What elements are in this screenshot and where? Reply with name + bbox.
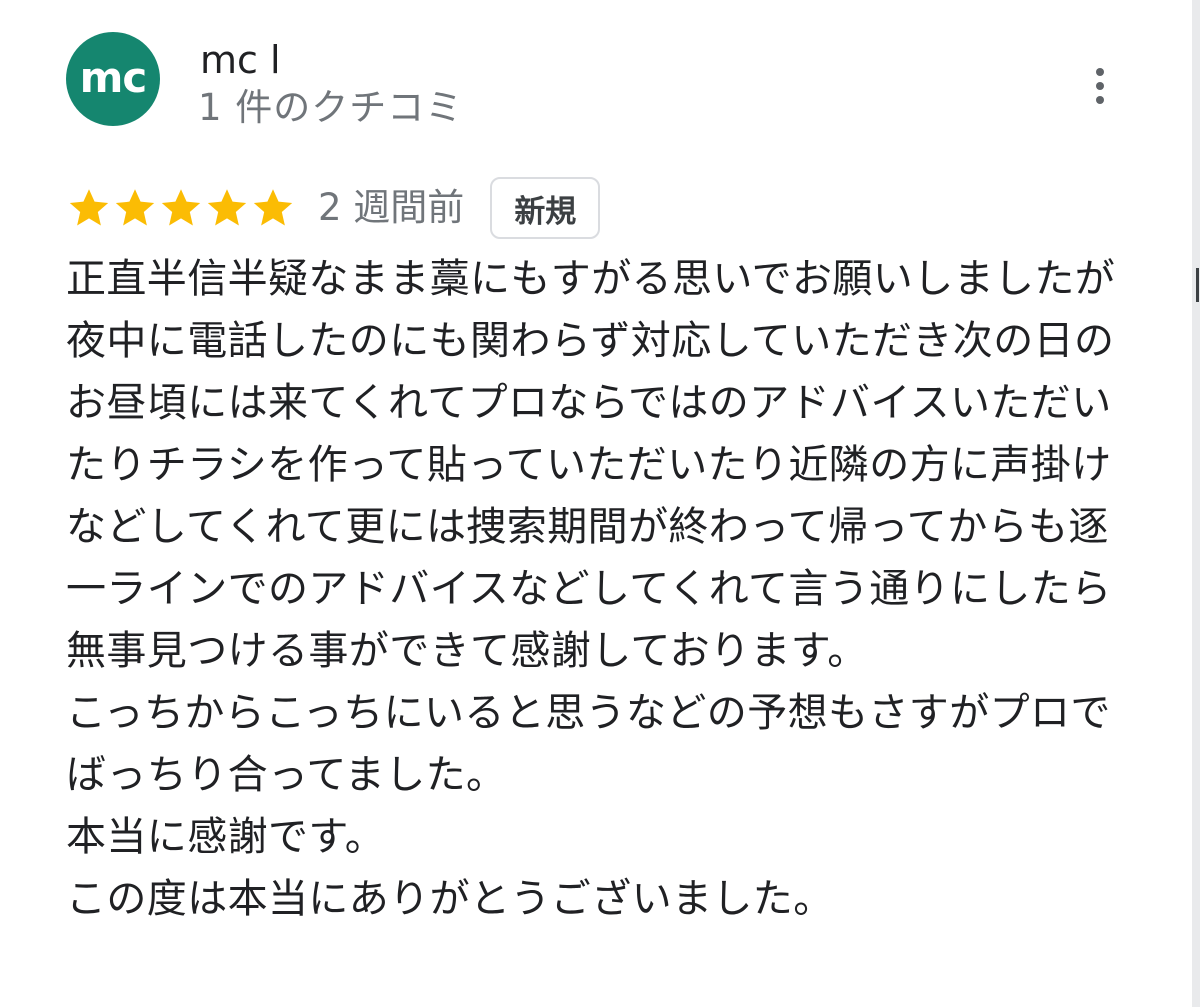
review-text: 正直半信半疑なまま藁にもすがる思いでお願いしましたが夜中に電話したのにも関わらず…	[66, 256, 1116, 922]
author-name[interactable]: mc l	[200, 38, 281, 82]
star-icon	[115, 189, 155, 226]
star-rating	[66, 185, 296, 231]
review-date: 2 週間前	[318, 186, 465, 229]
scrollbar-thumb[interactable]	[1196, 268, 1199, 302]
avatar-initials: mc	[79, 53, 148, 102]
more-options-button[interactable]	[1076, 58, 1124, 114]
new-badge: 新規	[490, 177, 601, 239]
star-icon	[207, 189, 247, 226]
avatar[interactable]: mc	[66, 32, 160, 126]
more-vert-icon	[1096, 68, 1104, 104]
rating-row: 2 週間前 新規	[66, 177, 601, 239]
star-icon	[253, 189, 293, 226]
star-icon	[69, 189, 109, 226]
star-icon	[161, 189, 201, 226]
review-count[interactable]: 1 件のクチコミ	[198, 86, 463, 130]
scrollbar-track[interactable]	[1192, 0, 1200, 1007]
